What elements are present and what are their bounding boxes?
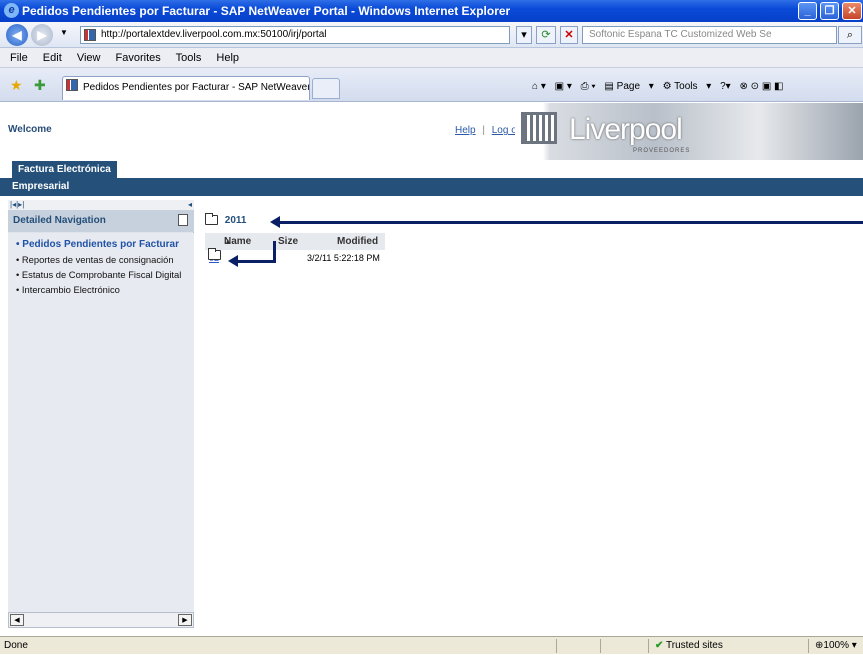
url-input[interactable]: http://portalextdev.liverpool.com.mx:501… <box>80 26 510 44</box>
print-icon[interactable]: ⎙ ▾ <box>581 81 596 92</box>
link-separator: | <box>482 125 485 136</box>
security-zone[interactable]: ✔ Trusted sites <box>648 639 723 653</box>
logo-text: Liverpool <box>569 113 683 146</box>
welcome-text: Welcome <box>8 124 52 135</box>
portal-header: Welcome Help | Log off Liverpool PROVEED… <box>0 103 863 160</box>
tools-menu-label: Tools <box>674 81 698 92</box>
page-favicon-icon <box>84 29 96 41</box>
menu-edit[interactable]: Edit <box>43 52 62 64</box>
logo-subtitle: PROVEEDORES <box>633 148 691 154</box>
help-icon[interactable]: ?▾ <box>720 81 731 92</box>
stop-icon[interactable]: ✕ <box>560 26 578 44</box>
column-size-header[interactable]: Size <box>278 233 298 250</box>
scroll-right-icon[interactable]: ▶ <box>178 614 192 626</box>
navigation-list: • Pedidos Pendientes por Facturar • Repo… <box>8 233 194 612</box>
folder-icon <box>205 213 218 226</box>
nav-item-reportes-ventas[interactable]: • Reportes de ventas de consignación <box>8 252 194 267</box>
status-panel <box>556 639 576 653</box>
feeds-icon[interactable]: ▣ ▾ <box>555 81 572 92</box>
folder-icon <box>208 248 221 260</box>
maximize-button[interactable]: ❐ <box>820 2 839 20</box>
search-icon[interactable]: ⌕ <box>838 26 862 44</box>
history-dropdown-icon[interactable]: ▼ <box>60 28 68 37</box>
content-area: 2011 Name ▲ Size Modified 02 3/2/11 5:22… <box>195 196 863 636</box>
sort-ascending-icon: ▲ <box>224 237 232 246</box>
back-button[interactable]: ◀ <box>6 24 28 46</box>
tab-empresarial[interactable]: Empresarial <box>12 178 69 196</box>
tab-current[interactable]: Pedidos Pendientes por Facturar - SAP Ne… <box>62 76 310 100</box>
scroll-left-icon[interactable]: ◀ <box>10 614 24 626</box>
nav-item-intercambio[interactable]: • Intercambio Electrónico <box>8 282 194 297</box>
liverpool-logo-icon <box>521 112 557 144</box>
zoom-control[interactable]: ⊕100% ▾ <box>808 639 857 653</box>
nav-item-pedidos-pendientes[interactable]: • Pedidos Pendientes por Facturar <box>8 237 194 252</box>
nav-item-label: Reportes de ventas de consignación <box>21 254 174 265</box>
collapse-icon[interactable] <box>178 214 188 226</box>
menu-tools[interactable]: Tools <box>176 52 202 64</box>
url-text: http://portalextdev.liverpool.com.mx:501… <box>101 29 327 40</box>
tab-factura-electronica[interactable]: Factura Electrónica <box>12 161 117 178</box>
address-bar: ◀ ▶ ▼ http://portalextdev.liverpool.com.… <box>0 22 863 48</box>
security-zone-label: Trusted sites <box>666 640 723 651</box>
panel-toggle-icon[interactable]: |◂|▸| ◂ <box>8 200 194 210</box>
current-folder-name: 2011 <box>224 215 247 226</box>
forward-button[interactable]: ▶ <box>31 24 53 46</box>
detailed-navigation-header: Detailed Navigation <box>8 210 194 232</box>
search-input[interactable]: Softonic Espana TC Customized Web Se <box>582 26 837 44</box>
top-level-navigation: Factura Electrónica <box>0 160 863 178</box>
folder-breadcrumb: 2011 <box>205 213 247 226</box>
home-icon[interactable]: ⌂ ▾ <box>532 81 546 92</box>
annotation-arrow-to-subfolder <box>228 255 276 267</box>
menu-view[interactable]: View <box>77 52 101 64</box>
page-menu[interactable]: ▤ Page ▾ <box>604 81 653 92</box>
row-modified: 3/2/11 5:22:18 PM <box>307 253 380 263</box>
liverpool-banner: Liverpool PROVEEDORES <box>515 103 863 160</box>
help-link[interactable]: Help <box>455 125 476 136</box>
nav-item-label: Intercambio Electrónico <box>21 284 120 295</box>
status-text: Done <box>4 640 28 651</box>
table-header: Name ▲ Size Modified <box>205 233 385 250</box>
close-button[interactable]: ✕ <box>842 2 862 20</box>
sidebar-horizontal-scrollbar[interactable]: ◀ ▶ <box>8 612 194 628</box>
detailed-navigation-title: Detailed Navigation <box>13 215 106 226</box>
window-titlebar: e Pedidos Pendientes por Facturar - SAP … <box>0 0 863 22</box>
nav-item-estatus-comprobante[interactable]: • Estatus de Comprobante Fiscal Digital <box>8 267 194 282</box>
menu-help[interactable]: Help <box>216 52 239 64</box>
page-menu-label: Page <box>616 81 641 92</box>
second-level-navigation: Empresarial <box>0 178 863 196</box>
toolbar-extra-icon[interactable]: ⊗ ⊙ ▣ ◧ <box>740 81 784 92</box>
annotation-arrow-to-folder <box>270 216 863 228</box>
minimize-button[interactable]: _ <box>798 2 817 20</box>
tab-favicon-icon <box>66 79 78 91</box>
checkmark-icon: ✔ <box>655 640 664 651</box>
header-links: Help | Log off <box>455 125 522 136</box>
new-tab-button[interactable] <box>312 78 340 99</box>
tab-label: Pedidos Pendientes por Facturar - SAP Ne… <box>83 82 310 93</box>
status-bar: Done ✔ Trusted sites ⊕100% ▾ <box>0 636 863 654</box>
annotation-arrow-vertical <box>273 241 276 262</box>
tab-bar: ★ ✚ Pedidos Pendientes por Facturar - SA… <box>0 68 863 102</box>
url-dropdown-button[interactable]: ▾ <box>516 26 532 44</box>
status-panel <box>600 639 620 653</box>
ie-logo-icon: e <box>4 3 19 18</box>
menu-file[interactable]: File <box>10 52 28 64</box>
zoom-level: 100% <box>823 640 849 651</box>
nav-item-label: Pedidos Pendientes por Facturar <box>22 239 179 250</box>
menu-favorites[interactable]: Favorites <box>116 52 161 64</box>
window-title: Pedidos Pendientes por Facturar - SAP Ne… <box>22 4 511 18</box>
command-bar: ⌂ ▾ ▣ ▾ ⎙ ▾ ▤ Page ▾ ⚙ Tools ▾ ?▾ ⊗ ⊙ ▣ … <box>532 78 790 96</box>
column-modified-header[interactable]: Modified <box>337 233 378 250</box>
row-folder: 02 <box>208 248 221 267</box>
menu-bar: File Edit View Favorites Tools Help <box>0 48 863 68</box>
add-favorites-icon[interactable]: ✚ <box>34 77 46 94</box>
refresh-icon[interactable]: ⟳ <box>536 26 556 44</box>
detailed-navigation-panel: |◂|▸| ◂ Detailed Navigation • Pedidos Pen… <box>8 200 194 622</box>
nav-item-label: Estatus de Comprobante Fiscal Digital <box>21 269 182 280</box>
favorites-star-icon[interactable]: ★ <box>10 77 23 94</box>
tools-menu[interactable]: ⚙ Tools ▾ <box>663 81 712 92</box>
